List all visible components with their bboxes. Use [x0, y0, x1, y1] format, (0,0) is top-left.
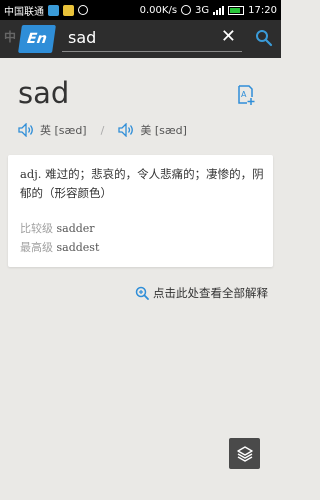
layers-button[interactable] [229, 438, 260, 469]
pronunciation-separator: / [100, 123, 105, 137]
app-notification-icon [48, 4, 59, 16]
clock: 17:20 [248, 4, 277, 16]
speaker-icon[interactable] [118, 123, 134, 137]
layers-icon [236, 445, 253, 462]
battery-icon [228, 5, 245, 15]
carrier-label: 中国联通 [4, 6, 44, 18]
definition-card: adj. 难过的；悲哀的，令人悲痛的；凄惨的，阴郁的（形容颜色） 比较级 sad… [8, 155, 273, 267]
alarm-icon [181, 5, 192, 15]
network-speed: 0.00K/s [139, 4, 178, 16]
check-circle-icon [78, 5, 88, 15]
word-form-label: 比较级 [20, 222, 53, 235]
view-all-definitions-link[interactable]: 点击此处查看全部解释 [135, 285, 268, 301]
search-toolbar: 中 En ✕ [0, 20, 281, 58]
clear-icon[interactable]: ✕ [221, 27, 236, 47]
definition-text: 难过的；悲哀的，令人悲痛的；凄惨的，阴郁的（形容颜色） [20, 167, 264, 200]
app-logo[interactable]: En [18, 25, 56, 53]
app-logo-label: En [26, 31, 48, 47]
zoom-search-icon [135, 286, 149, 300]
svg-text:A: A [241, 90, 247, 99]
word-title: sad [18, 76, 70, 110]
word-form-label: 最高级 [20, 241, 53, 254]
notification-icon [63, 4, 74, 16]
definition: adj. 难过的；悲哀的，令人悲痛的；凄惨的，阴郁的（形容颜色） [20, 165, 268, 203]
pronunciation-us-label: 美 [sæd] [140, 124, 187, 137]
pronunciation-uk-label: 英 [sæd] [40, 124, 87, 137]
word-form-value[interactable]: saddest [57, 241, 100, 254]
search-field[interactable]: ✕ [62, 24, 242, 52]
word-forms: 比较级 sadder 最高级 saddest [20, 219, 99, 257]
part-of-speech: adj. [20, 167, 42, 181]
search-input[interactable] [62, 28, 212, 47]
signal-icon [213, 5, 225, 15]
word-form-value[interactable]: sadder [57, 222, 95, 235]
search-icon[interactable] [255, 29, 273, 47]
chinese-mode-logo: 中 [4, 30, 17, 44]
pronunciation-uk[interactable]: 英 [sæd] [18, 122, 87, 138]
word-form-row: 最高级 saddest [20, 238, 99, 257]
pronunciation-row: 英 [sæd] / 美 [sæd] [18, 122, 187, 138]
add-to-wordbook-icon[interactable]: A [236, 84, 256, 106]
status-bar: 中国联通 0.00K/s 3G 17:20 [0, 0, 281, 20]
word-form-row: 比较级 sadder [20, 219, 99, 238]
speaker-icon[interactable] [18, 123, 34, 137]
view-all-definitions-label: 点击此处查看全部解释 [153, 286, 268, 300]
network-type: 3G [195, 4, 210, 16]
pronunciation-us[interactable]: 美 [sæd] [118, 122, 187, 138]
